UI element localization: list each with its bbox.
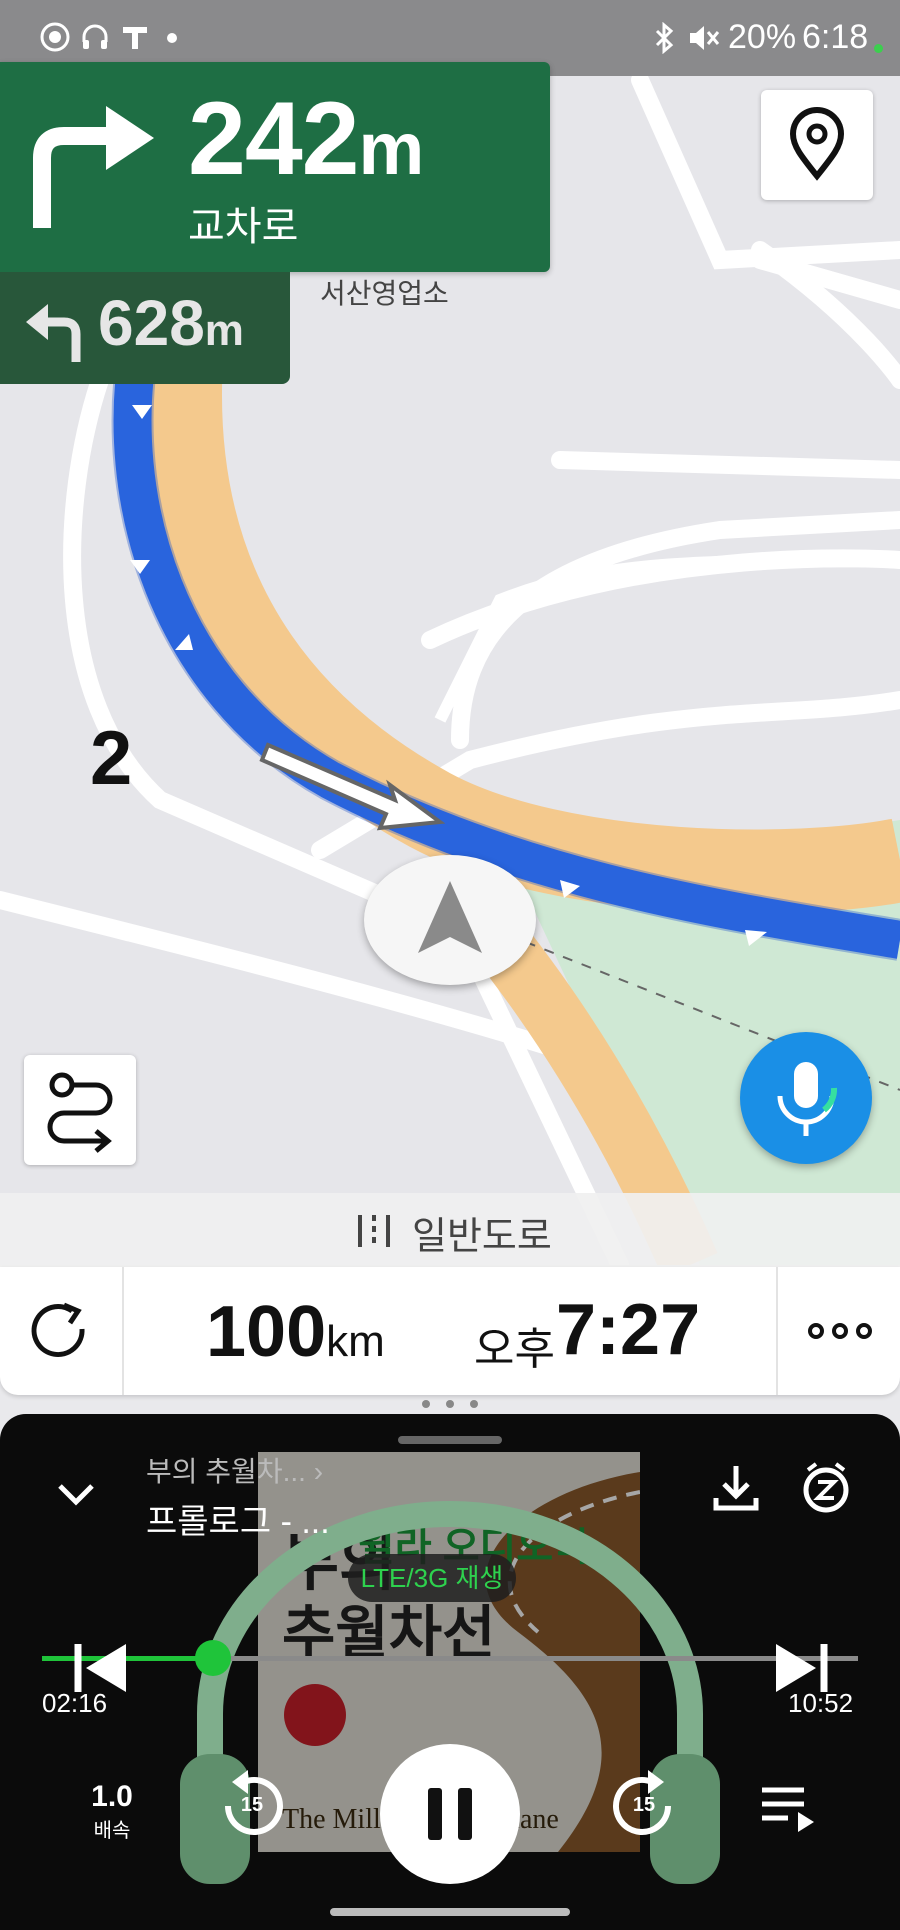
battery-level: 20% <box>728 18 797 56</box>
remaining-distance: 100km <box>206 1291 385 1373</box>
trip-info-bar: 100km 오후 7:27 <box>0 1267 900 1395</box>
refresh-icon <box>31 1302 85 1357</box>
forward-seconds: 15 <box>632 1794 656 1816</box>
t-icon <box>123 27 147 49</box>
audiobook-player: 부의 추월차선 윌라 오디오북 The Millionaire Fastlane… <box>0 1414 900 1930</box>
privacy-indicator <box>874 44 883 53</box>
rewind-button[interactable]: 15 <box>214 1768 290 1844</box>
chevron-right-icon: › <box>305 1456 324 1487</box>
road-type-label: 일반도로 <box>412 1216 552 1258</box>
collapse-button[interactable] <box>48 1466 104 1522</box>
remaining-distance-unit: km <box>326 1317 385 1366</box>
route-options-button[interactable] <box>24 1055 136 1165</box>
next-turn-panel[interactable]: 242m 교차로 <box>0 62 550 272</box>
elapsed-time: 02:16 <box>42 1688 108 1718</box>
total-duration: 10:52 <box>788 1688 854 1718</box>
speed-label: 배속 <box>93 1820 131 1842</box>
network-badge: LTE/3G 재생 <box>348 1554 516 1602</box>
book-title: 부의 추월차... <box>146 1456 306 1487</box>
turn-right-icon <box>33 106 154 228</box>
speed-value: 1.0 <box>91 1780 133 1813</box>
sleep-timer-icon <box>803 1462 849 1513</box>
clock-time: 6:18 <box>802 18 869 56</box>
download-button[interactable] <box>706 1458 766 1518</box>
more-icon <box>808 1323 872 1339</box>
reroute-button[interactable] <box>0 1267 124 1395</box>
location-pin-button[interactable] <box>761 90 873 200</box>
dot-icon <box>167 33 177 43</box>
mute-icon <box>690 26 720 50</box>
sleep-timer-button[interactable] <box>796 1458 856 1518</box>
bluetooth-icon <box>655 22 674 54</box>
place-label: 서산영업소 <box>320 278 449 309</box>
turn-distance: 242m <box>188 80 425 199</box>
forward-button[interactable]: 15 <box>606 1768 682 1844</box>
remaining-distance-value: 100 <box>206 1292 327 1372</box>
following-turn-panel: 628m <box>0 272 290 384</box>
sheet-handle[interactable] <box>398 1436 502 1444</box>
download-icon <box>713 1466 759 1511</box>
chevron-down-icon <box>58 1484 94 1506</box>
home-gesture-bar[interactable] <box>330 1908 570 1916</box>
eta-period: 오후 <box>474 1325 555 1374</box>
rewind-seconds: 15 <box>240 1794 264 1816</box>
play-pause-button[interactable] <box>380 1744 520 1884</box>
book-title-link[interactable]: 부의 추월차... › <box>146 1450 323 1490</box>
headphones-icon <box>82 24 108 49</box>
playback-speed-button[interactable]: 1.0 배속 <box>72 1780 152 1843</box>
eta-time: 7:27 <box>556 1290 701 1370</box>
chapter-title: 프롤로그 - ... <box>146 1503 330 1541</box>
route-icon <box>47 1072 113 1153</box>
current-location-marker <box>364 855 536 985</box>
playlist-button[interactable] <box>758 1780 822 1836</box>
turn-distance-unit: m <box>358 107 425 190</box>
voice-search-button[interactable] <box>740 1032 872 1164</box>
location-pin-icon <box>789 107 845 181</box>
following-turn-distance: 628m <box>98 286 244 360</box>
following-turn-distance-value: 628 <box>98 287 205 359</box>
turn-label: 교차로 <box>188 205 299 249</box>
turn-distance-value: 242 <box>188 81 360 197</box>
playlist-icon <box>762 1787 814 1832</box>
whatsapp-icon <box>40 22 70 52</box>
more-options-button[interactable] <box>776 1267 900 1395</box>
split-handle-icon[interactable] <box>418 1396 482 1412</box>
road-lanes-icon <box>358 1215 390 1247</box>
microphone-icon <box>777 1062 838 1136</box>
following-turn-distance-unit: m <box>204 306 244 355</box>
road-type-bar: 일반도로 <box>0 1193 900 1267</box>
turn-left-icon <box>26 304 81 362</box>
pause-icon <box>428 1788 472 1840</box>
road-number-label: 2 <box>90 716 133 801</box>
navigation-arrow-icon <box>418 881 482 953</box>
